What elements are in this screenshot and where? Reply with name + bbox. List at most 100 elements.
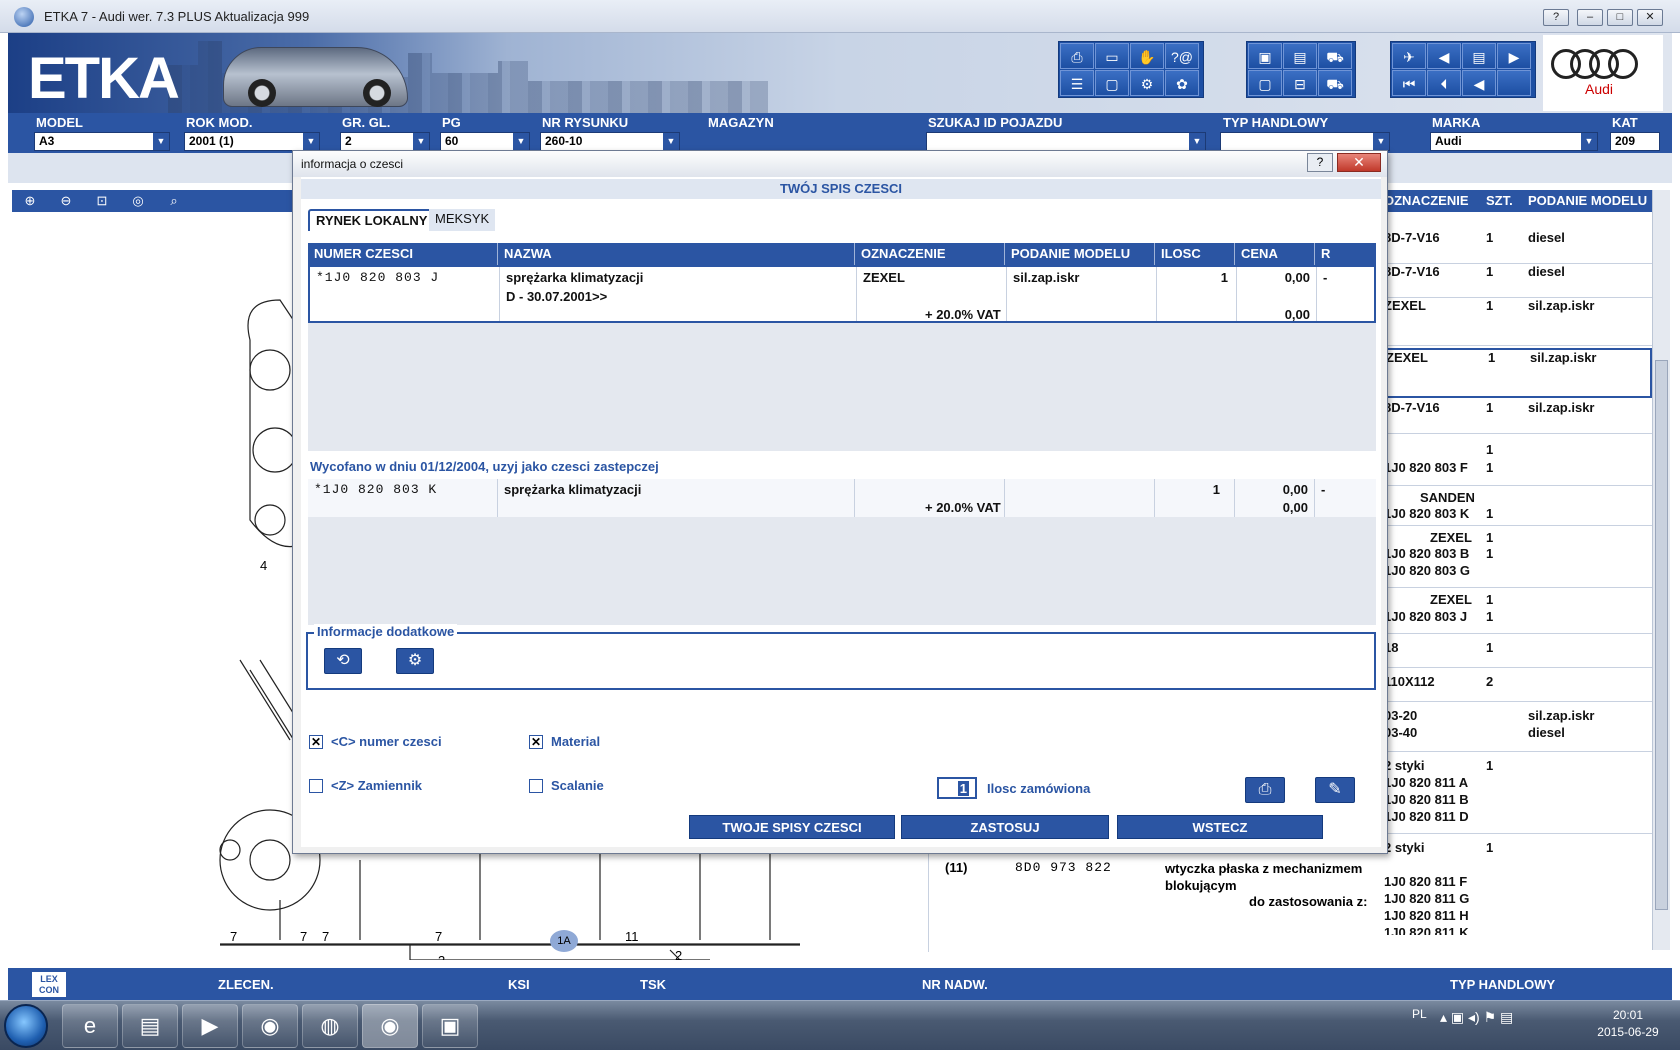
- zoom-search-icon[interactable]: ⌕: [157, 191, 191, 211]
- pg-select[interactable]: 60 ▼: [440, 132, 530, 151]
- zoom-in-icon[interactable]: ⊕: [13, 191, 47, 211]
- ksi-button[interactable]: KSI: [508, 977, 530, 992]
- tab-rynek-lokalny[interactable]: RYNEK LOKALNY: [308, 209, 436, 231]
- table-row[interactable]: 110X112 2: [1382, 668, 1652, 702]
- back-button[interactable]: WSTECZ: [1117, 815, 1323, 839]
- scalanie-checkbox[interactable]: [529, 779, 543, 793]
- cart-list-icon[interactable]: ⛟: [1318, 70, 1352, 96]
- window-maximize-button[interactable]: □: [1607, 9, 1633, 26]
- etka-globe-icon[interactable]: ◉: [242, 1004, 298, 1048]
- typ-select[interactable]: ▼: [1220, 132, 1390, 151]
- cart-icon[interactable]: ⛟: [1318, 43, 1352, 69]
- zlecen-button[interactable]: ZLECEN.: [218, 977, 274, 992]
- kat-value[interactable]: 209: [1610, 132, 1660, 151]
- chevron-down-icon[interactable]: ▼: [663, 133, 679, 150]
- question-mail-icon[interactable]: ?@: [1165, 43, 1199, 69]
- scrollbar-thumb[interactable]: [1655, 360, 1668, 910]
- back-arrow-icon[interactable]: ◀: [1462, 70, 1496, 96]
- tsk-button[interactable]: TSK: [640, 977, 666, 992]
- apply-button[interactable]: ZASTOSUJ: [901, 815, 1109, 839]
- refresh-icon[interactable]: ⟲: [324, 648, 362, 674]
- audi-logo: Audi: [1543, 35, 1663, 111]
- table-row[interactable]: ZEXEL 1 sil.zap.iskr: [1382, 298, 1652, 346]
- z-zamiennik-checkbox[interactable]: [309, 779, 323, 793]
- c-numer-checkbox[interactable]: ✕: [309, 735, 323, 749]
- table-row-selected[interactable]: ZEXEL 1 sil.zap.iskr: [1382, 348, 1652, 398]
- dialog-close-button[interactable]: ✕: [1337, 153, 1381, 172]
- zoom-out-icon[interactable]: ⊖: [49, 191, 83, 211]
- table-row[interactable]: 18 1: [1382, 634, 1652, 668]
- depot-icon[interactable]: ▤: [1283, 43, 1317, 69]
- model-select[interactable]: A3 ▼: [34, 132, 170, 151]
- page-icon[interactable]: ▤: [1462, 43, 1496, 69]
- window-close-button[interactable]: ✕: [1637, 9, 1663, 26]
- book-icon[interactable]: ▭: [1095, 43, 1129, 69]
- first-page-icon[interactable]: ⏮: [1392, 70, 1426, 96]
- table-row[interactable]: SANDEN 1J0 820 803 K 1: [1382, 486, 1652, 526]
- language-indicator[interactable]: PL: [1412, 1007, 1427, 1021]
- your-lists-button[interactable]: TWOJE SPISY CZESCI: [689, 815, 895, 839]
- drawing-label-1a[interactable]: 1A: [550, 930, 578, 952]
- monitor-icon[interactable]: ▢: [1095, 70, 1129, 96]
- nr-nadw-button[interactable]: NR NADW.: [922, 977, 988, 992]
- table-row[interactable]: ZEXEL 1 1J0 820 803 J 1: [1382, 588, 1652, 634]
- internet-explorer-icon[interactable]: e: [62, 1004, 118, 1048]
- drawing-select[interactable]: 260-10 ▼: [540, 132, 680, 151]
- tray-icons[interactable]: ▴ ▣ ◂) ⚑ ▤: [1440, 1009, 1513, 1026]
- etka-active-icon[interactable]: ◉: [362, 1004, 418, 1048]
- window-minimize-button[interactable]: –: [1577, 9, 1603, 26]
- year-select[interactable]: 2001 (1) ▼: [184, 132, 320, 151]
- vertical-scrollbar[interactable]: [1652, 190, 1670, 950]
- table-row[interactable]: 03-20 sil.zap.iskr 03-40 diesel: [1382, 702, 1652, 752]
- system-clock[interactable]: 20:01 2015-06-29: [1588, 1007, 1668, 1041]
- table-row[interactable]: 8D-7-V16 1 diesel: [1382, 264, 1652, 298]
- monitor-link-icon[interactable]: ▢: [1248, 70, 1282, 96]
- szukaj-input[interactable]: ▼: [926, 132, 1206, 151]
- chevron-down-icon[interactable]: ▼: [1373, 133, 1389, 150]
- material-checkbox[interactable]: ✕: [529, 735, 543, 749]
- print-icon[interactable]: ⎙: [1245, 777, 1285, 803]
- chevron-down-icon[interactable]: ▼: [513, 133, 529, 150]
- window-help-button[interactable]: ?: [1543, 9, 1569, 26]
- edit-list-icon[interactable]: ✎: [1315, 777, 1355, 803]
- handshake-icon[interactable]: ✋: [1130, 43, 1164, 69]
- prev-page-icon[interactable]: ⏴: [1427, 70, 1461, 96]
- dialog-help-button[interactable]: ?: [1307, 153, 1333, 172]
- chevron-down-icon[interactable]: ▼: [1189, 133, 1205, 150]
- app-icon[interactable]: ▣: [422, 1004, 478, 1048]
- typ-handlowy-button[interactable]: TYP HANDLOWY: [1450, 977, 1555, 992]
- elsa-icon[interactable]: ▣: [1248, 43, 1282, 69]
- engine-icon[interactable]: ⚙: [396, 648, 434, 674]
- print-icon[interactable]: ⎙: [1060, 43, 1094, 69]
- table-row[interactable]: (11) 8D0 973 822 wtyczka płaska z mechan…: [928, 852, 1382, 952]
- table-row[interactable]: ZEXEL 1 1J0 820 803 B 1 1J0 820 803 G: [1382, 526, 1652, 588]
- chevron-down-icon[interactable]: ▼: [153, 133, 169, 150]
- table-row[interactable]: 8D-7-V16 1 diesel: [1382, 230, 1652, 264]
- car-list-icon[interactable]: ⊟: [1283, 70, 1317, 96]
- table-row[interactable]: 2 styki 1 1J0 820 811 A 1J0 820 811 B 1J0 82…: [1382, 752, 1652, 834]
- table-row[interactable]: 8D-7-V16 1 sil.zap.iskr: [1382, 400, 1652, 434]
- firefox-icon[interactable]: ◍: [302, 1004, 358, 1048]
- quantity-input[interactable]: 1: [937, 777, 977, 799]
- zoom-area-icon[interactable]: ⊡: [85, 191, 119, 211]
- table-row[interactable]: 1 1J0 820 803 F 1: [1382, 434, 1652, 486]
- page-back-icon[interactable]: ◀: [1427, 43, 1461, 69]
- file-explorer-icon[interactable]: ▤: [122, 1004, 178, 1048]
- wheel-icon[interactable]: ✿: [1165, 70, 1199, 96]
- chevron-down-icon[interactable]: ▼: [1581, 133, 1597, 150]
- page-forward-icon[interactable]: ▶: [1497, 43, 1531, 69]
- chevron-down-icon[interactable]: ▼: [413, 133, 429, 150]
- gr-select[interactable]: 2 ▼: [340, 132, 430, 151]
- zoom-100-icon[interactable]: ◎: [121, 191, 155, 211]
- list-icon[interactable]: ☰: [1060, 70, 1094, 96]
- engine-icon[interactable]: ⚙: [1130, 70, 1164, 96]
- start-button[interactable]: [4, 1004, 48, 1048]
- media-player-icon[interactable]: ▶: [182, 1004, 238, 1048]
- replacement-row[interactable]: *1J0 820 803 K sprężarka klimatyzacji + …: [308, 479, 1376, 517]
- pin-icon[interactable]: ✈: [1392, 43, 1426, 69]
- marka-select[interactable]: Audi ▼: [1430, 132, 1598, 151]
- table-row[interactable]: 2 styki 1 1J0 820 811 F 1J0 820 811 G 1J0 82…: [1382, 834, 1652, 950]
- tab-meksyk[interactable]: MEKSYK: [429, 209, 496, 231]
- part-row-selected[interactable]: *1J0 820 803 J sprężarka klimatyzacji D -…: [308, 265, 1376, 323]
- chevron-down-icon[interactable]: ▼: [303, 133, 319, 150]
